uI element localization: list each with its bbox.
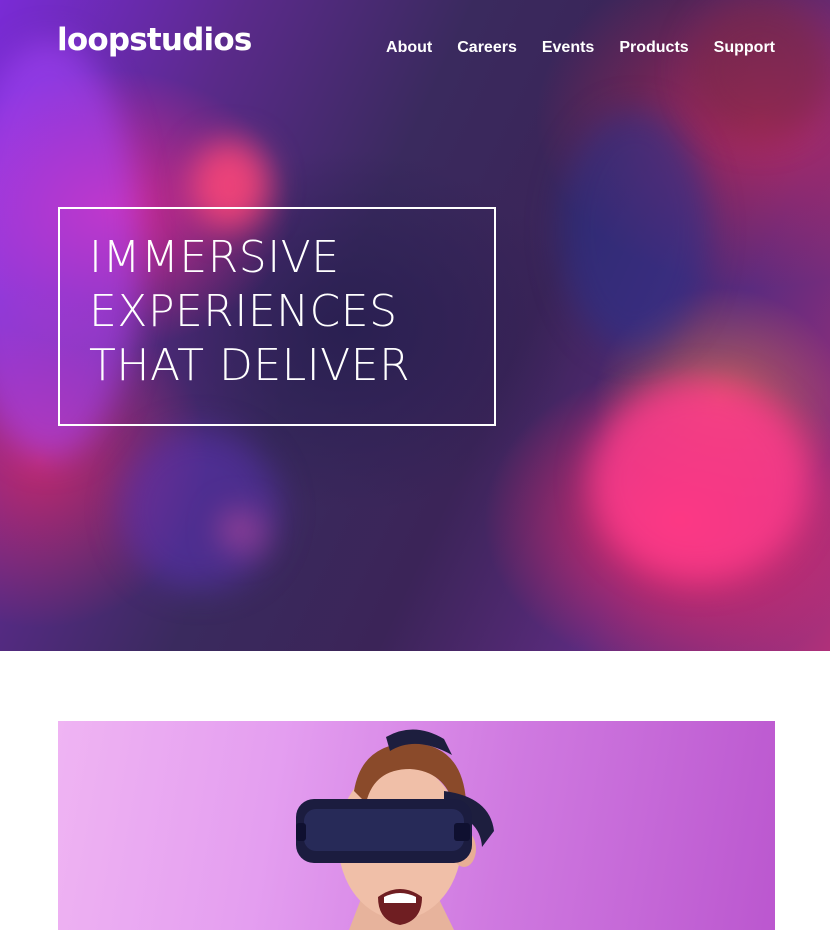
- hero-section: loopstudios About Careers Events Product…: [0, 0, 830, 651]
- hero-headline-box: IMMERSIVE EXPERIENCES THAT DELIVER: [58, 207, 496, 426]
- hero-photo-glow: [690, 0, 830, 140]
- nav-careers[interactable]: Careers: [457, 38, 517, 58]
- hero-headline-line: IMMERSIVE: [89, 232, 340, 283]
- nav-events[interactable]: Events: [542, 38, 594, 58]
- hero-photo-glow: [560, 110, 710, 350]
- hero-headline-line: THAT DELIVER: [89, 340, 411, 391]
- main-nav: About Careers Events Products Support: [386, 38, 775, 58]
- hero-headline-line: EXPERIENCES: [89, 286, 398, 337]
- hero-photo-glow: [590, 380, 810, 580]
- nav-support[interactable]: Support: [714, 38, 775, 58]
- logo[interactable]: loopstudios: [57, 22, 252, 58]
- vr-headset-person-image: [296, 729, 494, 930]
- vr-image: [58, 721, 775, 930]
- hero-photo-glow: [120, 430, 280, 590]
- nav-about[interactable]: About: [386, 38, 432, 58]
- nav-products[interactable]: Products: [619, 38, 688, 58]
